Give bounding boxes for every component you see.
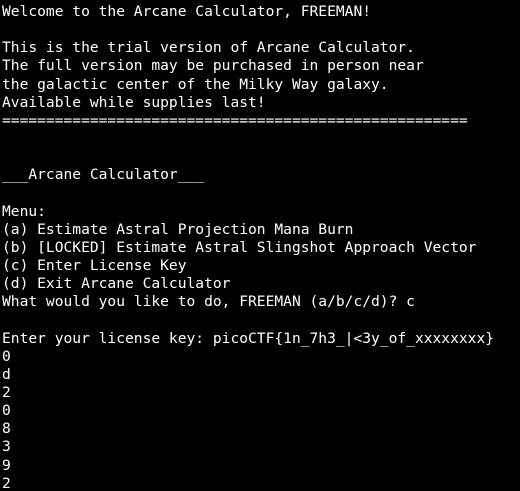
- output-char-line: 2: [2, 383, 11, 401]
- output-char-line: 9: [2, 456, 11, 474]
- menu-option-b: (b) [LOCKED] Estimate Astral Slingshot A…: [2, 238, 477, 256]
- separator-line: ========================================…: [2, 111, 468, 129]
- trial-notice-line-2: The full version may be purchased in per…: [2, 57, 424, 75]
- trial-notice-line-4: Available while supplies last!: [2, 93, 266, 111]
- menu-prompt-line: What would you like to do, FREEMAN (a/b/…: [2, 293, 415, 311]
- menu-title: Menu:: [2, 202, 46, 220]
- welcome-line: Welcome to the Arcane Calculator, FREEMA…: [2, 3, 372, 20]
- output-char-line: 2: [2, 474, 11, 491]
- trial-notice-line-3: the galactic center of the Milky Way gal…: [2, 75, 389, 93]
- terminal-window[interactable]: Welcome to the Arcane Calculator, FREEMA…: [0, 0, 520, 491]
- trial-notice-line-1: This is the trial version of Arcane Calc…: [2, 39, 415, 57]
- menu-option-a: (a) Estimate Astral Projection Mana Burn: [2, 220, 354, 238]
- license-key-prompt-line: Enter your license key: picoCTF{1n_7h3_|…: [2, 329, 495, 347]
- output-char-line: 0: [2, 347, 11, 365]
- output-char-line: 8: [2, 420, 11, 438]
- menu-option-d: (d) Exit Arcane Calculator: [2, 275, 231, 293]
- output-char-line: 3: [2, 438, 11, 456]
- output-char-line: 0: [2, 402, 11, 420]
- output-char-line: d: [2, 365, 11, 383]
- menu-option-c: (c) Enter License Key: [2, 256, 187, 274]
- calculator-heading: ___Arcane Calculator___: [2, 166, 205, 184]
